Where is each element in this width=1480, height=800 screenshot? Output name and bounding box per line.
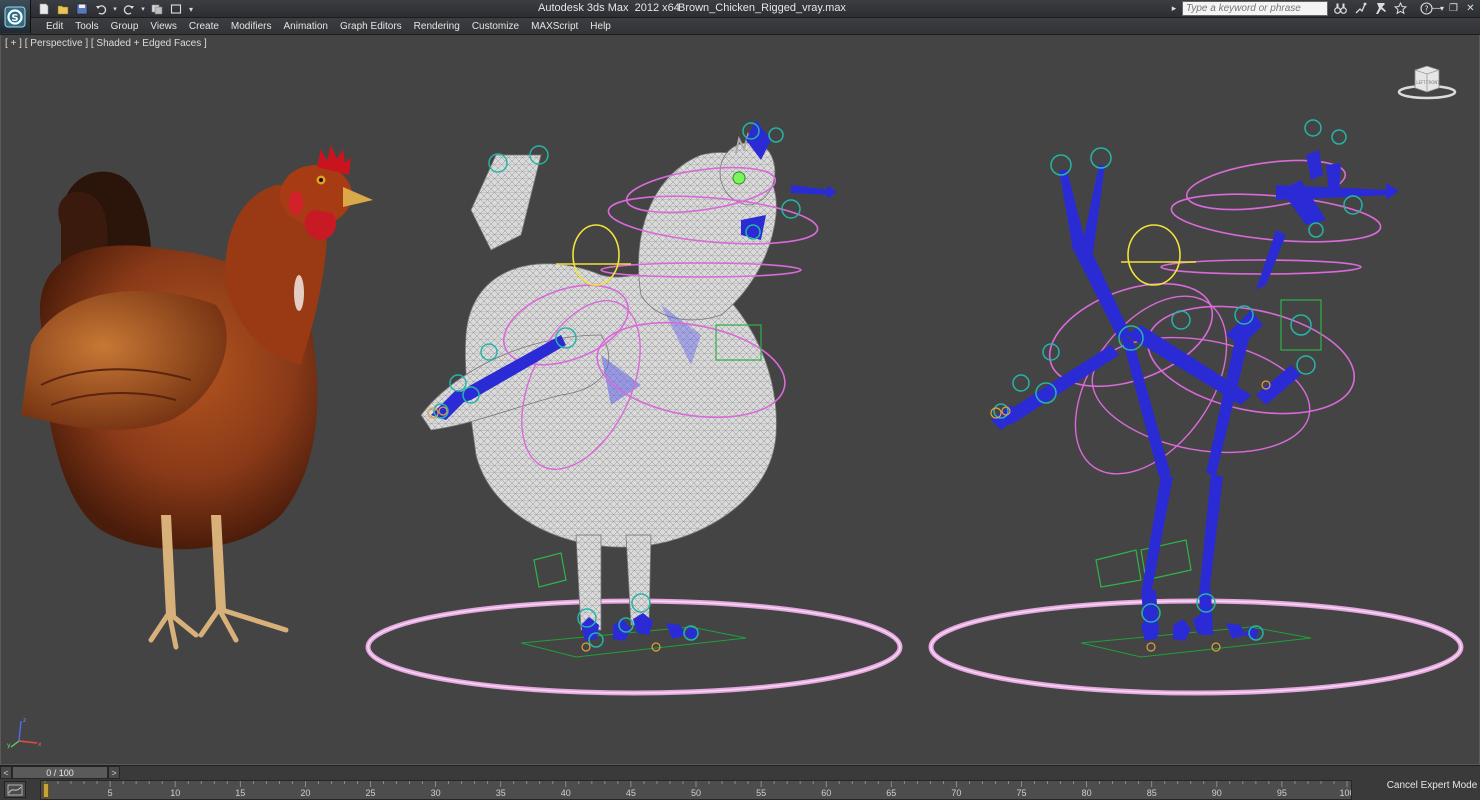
svg-text:LEFT: LEFT [1416, 80, 1426, 85]
time-slider-prev-button[interactable]: < [0, 766, 12, 779]
axis-tripod-icon: z y x [7, 717, 42, 749]
save-icon[interactable] [74, 2, 90, 17]
trackbar[interactable]: 5 10 15 20 25 30 35 40 45 50 55 60 65 70 75 80 85 90 95 100 [40, 780, 1352, 800]
menu-graph-editors[interactable]: Graph Editors [334, 20, 408, 33]
trackbar-tick-label: 80 [1082, 788, 1092, 798]
trackbar-tick-label: 75 [1016, 788, 1026, 798]
trackbar-tick-label: 70 [951, 788, 961, 798]
trackbar-tick-label: 55 [756, 788, 766, 798]
trackbar-tick-label: 85 [1147, 788, 1157, 798]
info-center: ▸ ? ▾ [1170, 1, 1446, 16]
menu-modifiers[interactable]: Modifiers [225, 20, 278, 33]
viewport-label-menu[interactable]: [ + ] [ Perspective ] [ Shaded + Edged F… [5, 38, 207, 49]
application-button[interactable]: S [0, 0, 31, 33]
binoculars-icon[interactable] [1332, 1, 1348, 16]
menu-bar: Edit Tools Group Views Create Modifiers … [0, 18, 1480, 35]
svg-text:z: z [23, 717, 26, 724]
trackbar-tick-label: 5 [108, 788, 113, 798]
title-bar: ▾ ▾ ▾ Autodesk 3ds Max 2012 x64 Brown_Ch… [0, 0, 1480, 18]
undo-icon[interactable] [93, 2, 109, 17]
rig-skeleton-model[interactable] [928, 119, 1464, 696]
trackbar-tick-label: 30 [431, 788, 441, 798]
window-title-app: Autodesk 3ds Max 2012 x64 [538, 2, 680, 14]
wireframe-chicken-model[interactable] [365, 120, 903, 696]
trackbar-tick-label: 100 [1339, 788, 1351, 798]
svg-text:?: ? [1424, 5, 1428, 14]
menu-customize[interactable]: Customize [466, 20, 525, 33]
trackbar-tick-label: 40 [561, 788, 571, 798]
render-frame-icon[interactable] [168, 2, 184, 17]
bottom-bar: < 0 / 100 > 5 10 15 20 25 30 35 40 45 50 55 60 65 70 7… [0, 765, 1480, 800]
minimize-icon[interactable]: — [1429, 1, 1444, 15]
cancel-expert-mode-button[interactable]: Cancel Expert Mode [1387, 774, 1477, 796]
curve-editor-icon [7, 784, 23, 795]
quick-access-toolbar: ▾ ▾ ▾ [36, 1, 195, 17]
menu-animation[interactable]: Animation [277, 20, 333, 33]
favorites-icon[interactable] [1372, 1, 1388, 16]
svg-text:y: y [7, 742, 11, 749]
time-slider-next-button[interactable]: > [108, 766, 120, 779]
redo-icon[interactable] [121, 2, 137, 17]
communication-center-icon[interactable] [1352, 1, 1368, 16]
trackbar-tick-label: 15 [235, 788, 245, 798]
svg-text:x: x [38, 741, 42, 748]
search-arrow-icon[interactable]: ▸ [1170, 1, 1178, 16]
trackbar-tick-label: 45 [626, 788, 636, 798]
max-logo-icon: S [4, 6, 26, 27]
menu-tools[interactable]: Tools [69, 20, 104, 33]
trackbar-tick-label: 10 [170, 788, 180, 798]
svg-text:S: S [11, 13, 18, 24]
menu-group[interactable]: Group [105, 20, 145, 33]
window-title-file: Brown_Chicken_Rigged_vray.max [678, 2, 846, 14]
trackbar-tick-label: 20 [300, 788, 310, 798]
open-file-icon[interactable] [55, 2, 71, 17]
menu-rendering[interactable]: Rendering [408, 20, 466, 33]
perspective-viewport[interactable]: [ + ] [ Perspective ] [ Shaded + Edged F… [0, 35, 1480, 765]
mini-curve-editor-button[interactable] [4, 781, 26, 798]
star-icon[interactable] [1392, 1, 1408, 16]
project-folder-icon[interactable] [149, 2, 165, 17]
new-file-icon[interactable] [36, 2, 52, 17]
trackbar-tick-label: 95 [1277, 788, 1287, 798]
trackbar-tick-label: 50 [691, 788, 701, 798]
textured-chicken-model[interactable] [21, 145, 373, 650]
menu-edit[interactable]: Edit [40, 20, 69, 33]
svg-text:FRONT: FRONT [1426, 80, 1440, 85]
restore-icon[interactable]: ❐ [1446, 1, 1461, 15]
viewport-scene[interactable] [1, 35, 1479, 765]
trackbar-tick-label: 90 [1212, 788, 1222, 798]
time-slider[interactable]: < 0 / 100 > [0, 766, 120, 779]
trackbar-tick-label: 60 [821, 788, 831, 798]
time-slider-thumb[interactable]: 0 / 100 [12, 766, 108, 779]
trackbar-ticks: 5 10 15 20 25 30 35 40 45 50 55 60 65 70 75 80 85 90 95 100 [44, 781, 1351, 798]
trackbar-tick-label: 65 [886, 788, 896, 798]
menu-create[interactable]: Create [183, 20, 225, 33]
trackbar-tick-label: 25 [365, 788, 375, 798]
viewcube-icon[interactable]: LEFT FRONT [1397, 62, 1457, 102]
menu-help[interactable]: Help [584, 20, 617, 33]
trackbar-tick-label: 35 [496, 788, 506, 798]
undo-dropdown-icon[interactable]: ▾ [112, 2, 118, 17]
search-input[interactable] [1182, 1, 1328, 16]
window-controls: — ❐ ✕ [1429, 1, 1478, 15]
trackbar-playhead[interactable] [43, 783, 49, 798]
menu-views[interactable]: Views [144, 20, 183, 33]
menu-maxscript[interactable]: MAXScript [525, 20, 584, 33]
redo-dropdown-icon[interactable]: ▾ [140, 2, 146, 17]
close-icon[interactable]: ✕ [1463, 1, 1478, 15]
toolbar-dropdown-icon[interactable]: ▾ [187, 2, 195, 17]
